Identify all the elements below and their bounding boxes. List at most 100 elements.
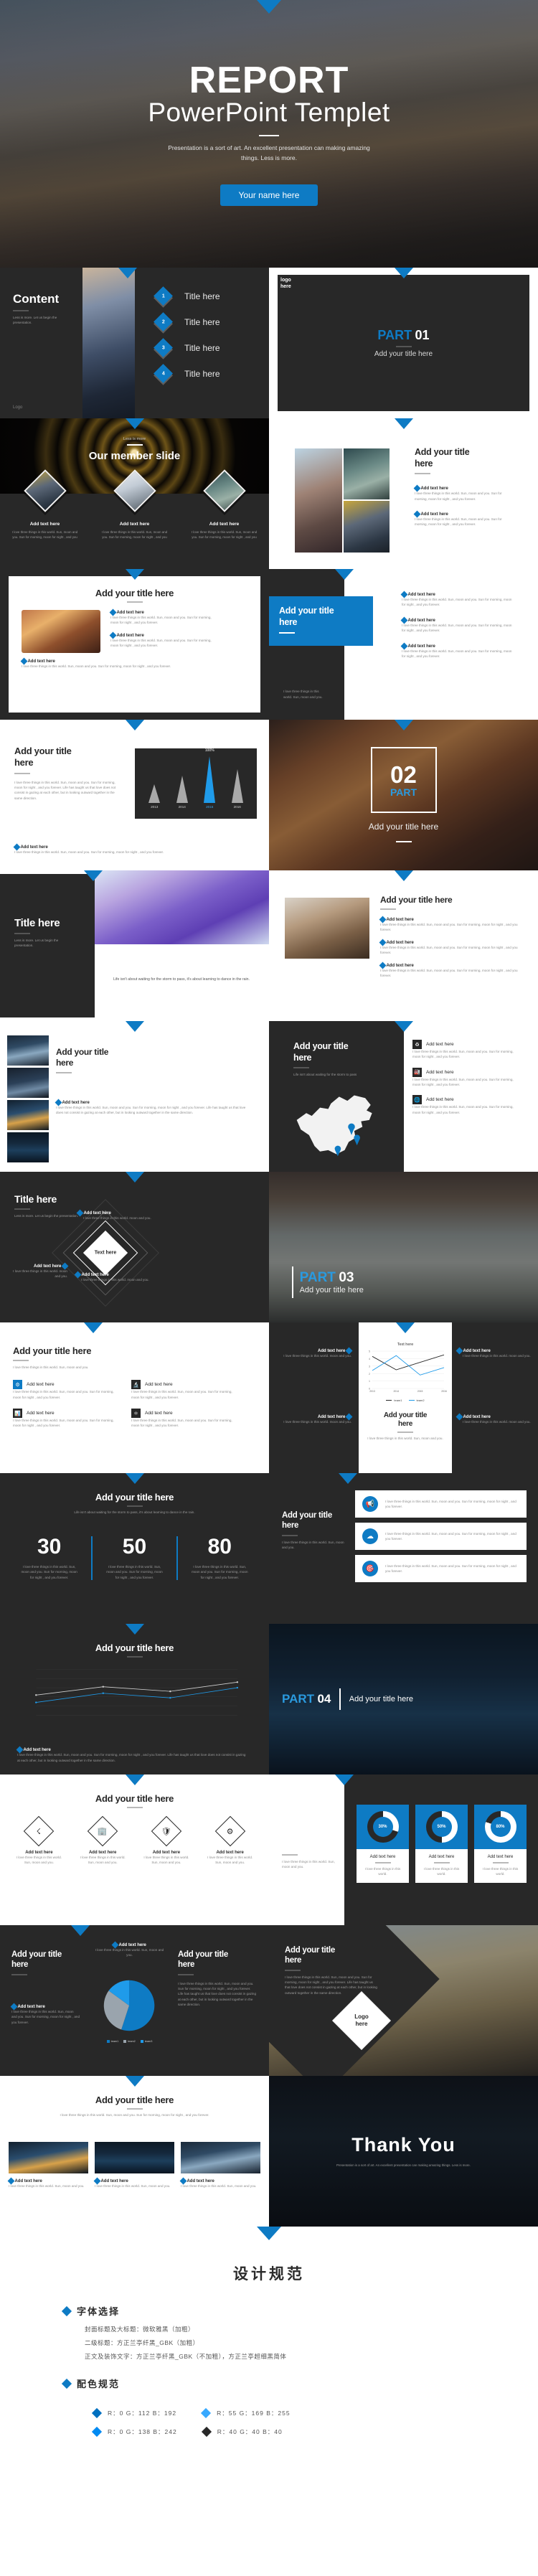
divider	[339, 1688, 341, 1710]
divider	[395, 841, 412, 842]
card-text: I love three things in this world. Sun, …	[385, 1564, 516, 1573]
cover-description: Presentation is a sort of art. An excell…	[168, 144, 370, 161]
slide-china-map[interactable]: Add your title here Life isn't about wai…	[269, 1021, 538, 1172]
card-text: I love three things in this world.	[364, 1867, 401, 1876]
icon-item[interactable]: ⚙ Add text here I love three things in th…	[13, 1380, 131, 1400]
slide-cubes[interactable]: Title here Less is more. Let us begin th…	[0, 870, 269, 1021]
slide-part-03[interactable]: PART 03 Add your title here	[269, 1172, 538, 1322]
icon-item[interactable]: 🔬 Add text here I love three things in th…	[131, 1380, 250, 1400]
card-text: I love three things in this world. Sun, …	[385, 1499, 516, 1508]
slide-big-line-chart[interactable]: Add your title here Add text here I love…	[0, 1624, 269, 1774]
slide-photo-grid[interactable]: Add your title here Add text here I love…	[269, 418, 538, 569]
icon-item[interactable]: 📊 Add text here I love three things in th…	[13, 1409, 131, 1429]
member-card[interactable]: Add text here I love three things in thi…	[0, 469, 90, 540]
diamond-icon-item[interactable]: 🛡 Add text here I love three things in t…	[135, 1815, 199, 1866]
photo-card[interactable]: Add text here I love three things in thi…	[7, 2142, 88, 2189]
photo-card[interactable]: Add text here I love three things in thi…	[179, 2142, 260, 2189]
slide-pie-chart[interactable]: Add your title here Add text here I love…	[0, 1925, 269, 2076]
list-item[interactable]: 3 Title here	[154, 338, 220, 357]
bullet-group: Add text here I love three things in thi…	[379, 916, 520, 933]
triangle-marker-icon	[125, 1021, 144, 1032]
donut-progress: 30%	[367, 1811, 399, 1843]
slide-title: Add your title here	[95, 2095, 174, 2105]
member-card[interactable]: Add text here I love three things in thi…	[90, 469, 179, 540]
slide-four-icons[interactable]: Add your title here I love three things …	[0, 1322, 269, 1473]
slide-hands[interactable]: Add your title here Add text here I love…	[269, 870, 538, 1021]
slide-diamond[interactable]: Title here Less is more. Let us begin th…	[0, 1172, 269, 1322]
percent-card[interactable]: 30% Add text here I love three things in t…	[357, 1805, 409, 1883]
triangle-marker-icon	[84, 1322, 103, 1333]
card-heading: Add text here	[487, 1855, 514, 1859]
bullet-text: I love three things in this world. moon …	[83, 1216, 151, 1221]
your-name-button[interactable]: Your name here	[220, 184, 318, 207]
slide-title: Add your title here	[56, 1047, 109, 1068]
color-swatch: R：55 G：169 B：255	[201, 2407, 290, 2419]
slide-our-members[interactable]: Less is more Our member slide Add text h…	[0, 418, 269, 569]
list-item[interactable]: 1 Title here	[154, 286, 220, 306]
bullet-heading: Add text here	[413, 510, 515, 518]
slide-thank-you[interactable]: Thank You Presentation is a sort of art.…	[269, 2076, 538, 2227]
slide-line-chart[interactable]: Add text here I love three things in thi…	[269, 1322, 538, 1473]
diamond-icon-item[interactable]: ⚙ Add text here I love three things in t…	[198, 1815, 262, 1866]
slide-laptop[interactable]: Add your title here Add text here I love…	[0, 569, 269, 720]
percent-card[interactable]: 80% Add text here I love three things in t…	[474, 1805, 527, 1883]
slide-diamond-icons[interactable]: Add your title here ☇ Add text here I lo…	[0, 1774, 269, 1925]
slide-icon-cards[interactable]: Add your title here I love three things …	[269, 1473, 538, 1624]
slide-design-spec[interactable]: 设计规范 字体选择 封面标题及大标题：微软雅黑（加粗） 二级标题：方正兰亭纤黑_…	[0, 2227, 538, 2475]
triangle-marker-icon	[394, 870, 413, 881]
photo-card[interactable]: Add text here I love three things in thi…	[93, 2142, 174, 2189]
triangle-marker-icon	[71, 1925, 90, 1936]
bullet-heading: Add text here	[10, 2003, 80, 2011]
divider	[13, 310, 29, 311]
gear-icon: ⚙	[226, 1827, 234, 1836]
atom-icon: ⚛	[131, 1409, 141, 1419]
slide-logo-here[interactable]: Logo here Add your title here I love thr…	[269, 1925, 538, 2076]
slide-photo-cards[interactable]: Add your title here I love three things …	[0, 2076, 269, 2227]
list-item[interactable]: 2 Title here	[154, 312, 220, 332]
chart-title: Add your title here	[95, 1642, 174, 1653]
shield-icon: 🛡	[161, 1827, 171, 1836]
slide-part-01[interactable]: logo here PART 01 Add your title here	[269, 268, 538, 418]
bullet-heading: Add text here	[109, 608, 214, 616]
slide-content[interactable]: Content Less is more. Let us begin the p…	[0, 268, 269, 418]
photo-city	[7, 1100, 49, 1130]
slide-cone-chart[interactable]: Add your title here I love three things …	[0, 720, 269, 870]
divider	[380, 908, 396, 910]
divider	[259, 134, 279, 136]
percent-value: 50%	[437, 1825, 446, 1829]
list-item[interactable]: 4 Title here	[154, 364, 220, 383]
diamond-icon-item[interactable]: 🏢 Add text here I love three things in t…	[71, 1815, 135, 1866]
slide-part-04[interactable]: PART 04 Add your title here	[269, 1624, 538, 1774]
icon-card[interactable]: 📢 I love three things in this world. Sun…	[355, 1490, 527, 1518]
slide-kpi[interactable]: Add your title here Life isn't about wai…	[0, 1473, 269, 1624]
svg-text:2014: 2014	[394, 1390, 400, 1393]
diamond-icon	[456, 1413, 463, 1421]
divider	[126, 1505, 143, 1507]
slide-title: Add your title here	[95, 1492, 174, 1503]
card-text: I love three things in this world.	[423, 1867, 460, 1876]
icon-card[interactable]: ☁ I love three things in this world. Sun…	[355, 1523, 527, 1550]
target-icon: 🎯	[362, 1561, 378, 1576]
divider	[282, 1534, 298, 1536]
photo-laptop	[22, 610, 100, 653]
slide-part-02[interactable]: 02 PART Add your title here	[269, 720, 538, 870]
slide-percent-cards[interactable]: Add your title here I love three things …	[269, 1774, 538, 1925]
percent-card[interactable]: 50% Add text here I love three things in t…	[415, 1805, 468, 1883]
slide-blue-title[interactable]: Add your title here I love three things …	[269, 569, 538, 720]
bullet-text: I love three things in this world. Sun, …	[110, 616, 212, 625]
member-card[interactable]: Add text here I love three things in thi…	[179, 469, 269, 540]
icon-card[interactable]: 🎯 I love three things in this world. Sun…	[355, 1555, 527, 1582]
slide-cover[interactable]: REPORT PowerPoint Templet Presentation i…	[0, 0, 538, 268]
photo-man	[344, 501, 390, 553]
bullet-text: I love three things in this world. Sun, …	[14, 850, 164, 854]
bullet-heading: Add text here	[400, 642, 516, 649]
diamond-icon	[456, 1347, 463, 1355]
icon-item[interactable]: ⚛ Add text here I love three things in th…	[131, 1409, 250, 1429]
diamond-icon-item[interactable]: ☇ Add text here I love three things in t…	[7, 1815, 71, 1866]
member-name: Add text here	[209, 522, 240, 527]
svg-text:5: 5	[369, 1350, 370, 1353]
divider	[178, 1973, 194, 1975]
icon-text: I love three things in this world. Sun, …	[131, 1390, 232, 1399]
spec-section-title: 配色规范	[77, 2379, 121, 2389]
slide-collage[interactable]: Add your title here Add text here I love…	[0, 1021, 269, 1172]
